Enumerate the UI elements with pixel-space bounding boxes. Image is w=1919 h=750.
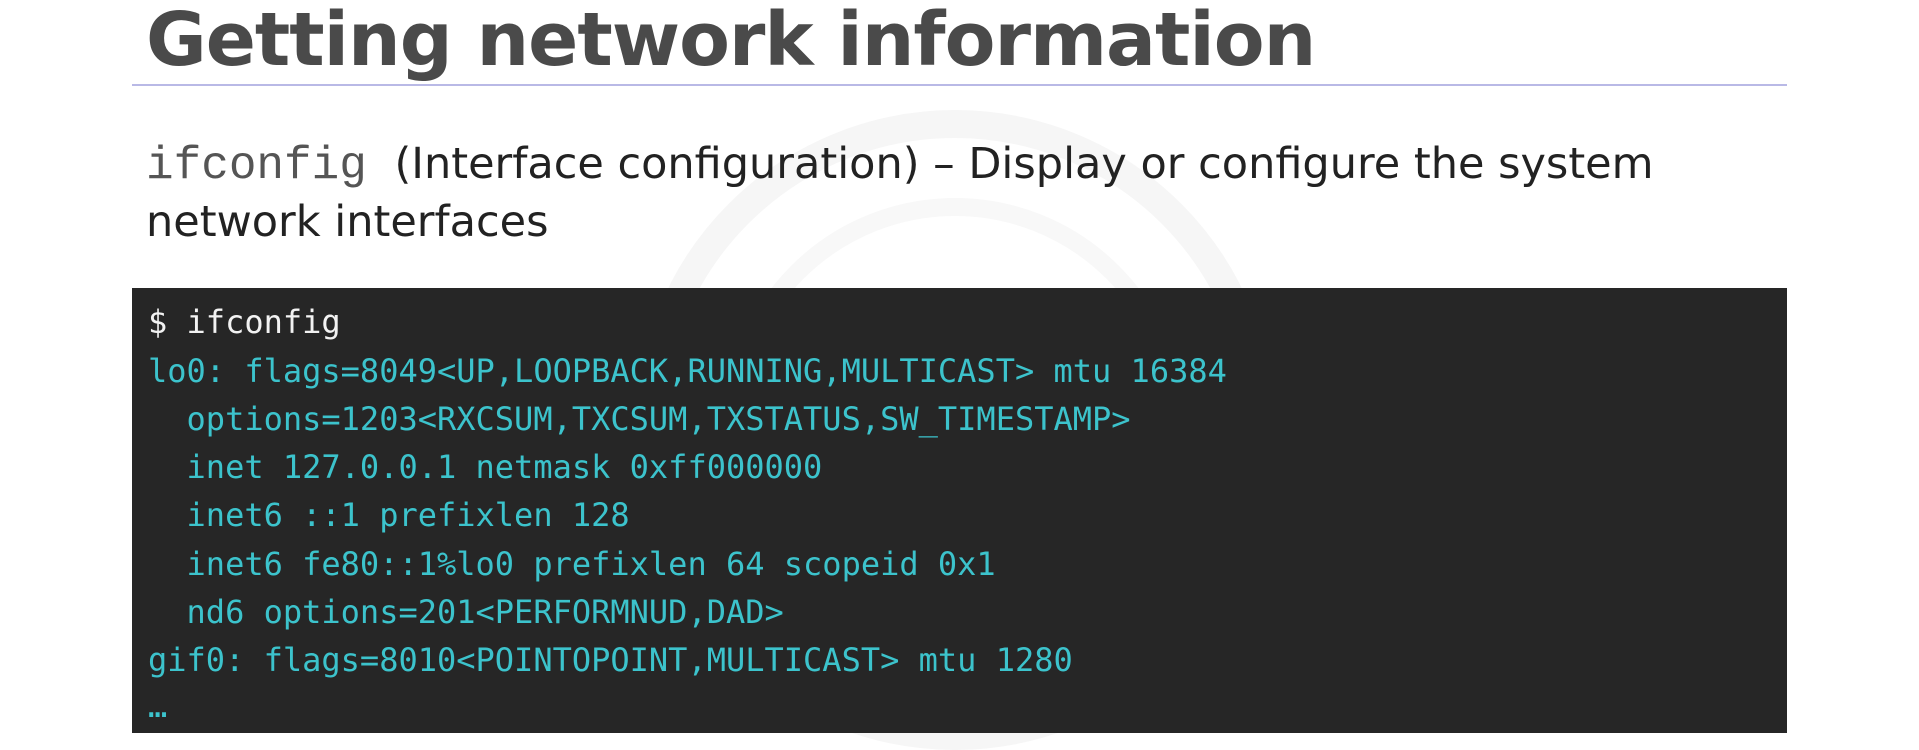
slide-subtitle: ifconfig (Interface configuration) – Dis… [146, 136, 1796, 250]
slide-title: Getting network information [146, 0, 1316, 83]
terminal-output-line: inet6 fe80::1%lo0 prefixlen 64 scopeid 0… [148, 545, 996, 583]
terminal-output-line: inet 127.0.0.1 netmask 0xff000000 [148, 448, 823, 486]
title-divider [132, 84, 1787, 86]
terminal-output-line: inet6 ::1 prefixlen 128 [148, 496, 630, 534]
subtitle-command: ifconfig [146, 140, 367, 192]
terminal-output-block: $ ifconfig lo0: flags=8049<UP,LOOPBACK,R… [132, 288, 1787, 733]
terminal-prompt-line: $ ifconfig [148, 303, 341, 341]
terminal-ellipsis: … [148, 687, 168, 725]
terminal-output-line: gif0: flags=8010<POINTOPOINT,MULTICAST> … [148, 641, 1073, 679]
terminal-output-line: lo0: flags=8049<UP,LOOPBACK,RUNNING,MULT… [148, 352, 1227, 390]
terminal-output-line: nd6 options=201<PERFORMNUD,DAD> [148, 593, 784, 631]
subtitle-description: (Interface configuration) – Display or c… [146, 139, 1654, 247]
terminal-output-line: options=1203<RXCSUM,TXCSUM,TXSTATUS,SW_T… [148, 400, 1131, 438]
